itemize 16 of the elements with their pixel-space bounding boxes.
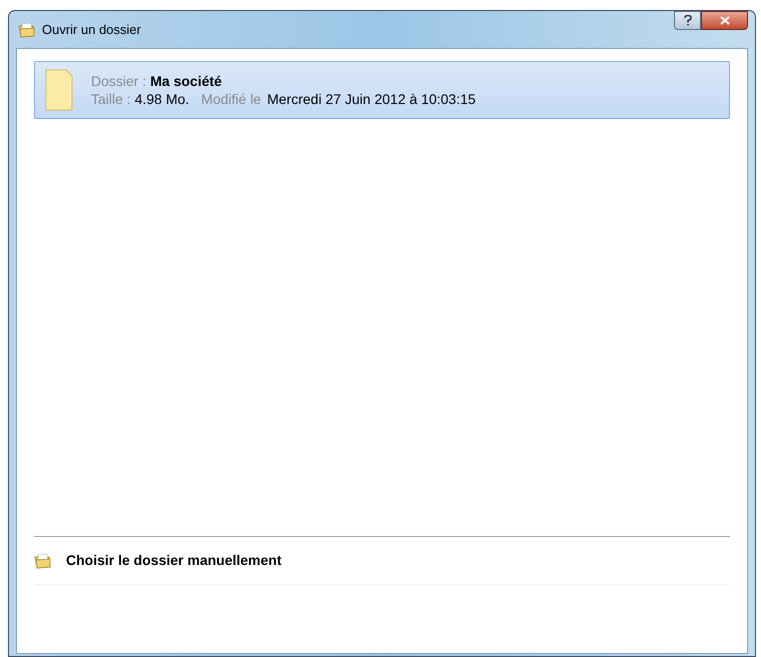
manual-folder-link[interactable]: Choisir le dossier manuellement xyxy=(66,550,282,571)
folder-name: Ma société xyxy=(150,72,222,90)
size-label: Taille : xyxy=(91,90,131,108)
document-icon xyxy=(45,69,73,111)
help-icon xyxy=(684,15,692,26)
modified-date: Mercredi 27 Juin 2012 à 10:03:15 xyxy=(267,90,476,108)
modified-label: Modifié le xyxy=(201,90,262,108)
folder-icon xyxy=(34,552,52,568)
folder-icon xyxy=(18,22,36,38)
close-button[interactable] xyxy=(701,11,748,30)
folder-size: 4.98 Mo. xyxy=(134,90,190,108)
folder-item[interactable]: Dossier : Ma société Taille : 4.98 Mo. Modifié le Mercredi 27 Juin 2012 à 10:03:15 xyxy=(34,61,730,119)
window-title: Ouvrir un dossier xyxy=(42,20,141,39)
help-button[interactable] xyxy=(674,11,701,30)
name-label: Dossier : xyxy=(91,72,146,90)
close-icon xyxy=(720,16,730,25)
